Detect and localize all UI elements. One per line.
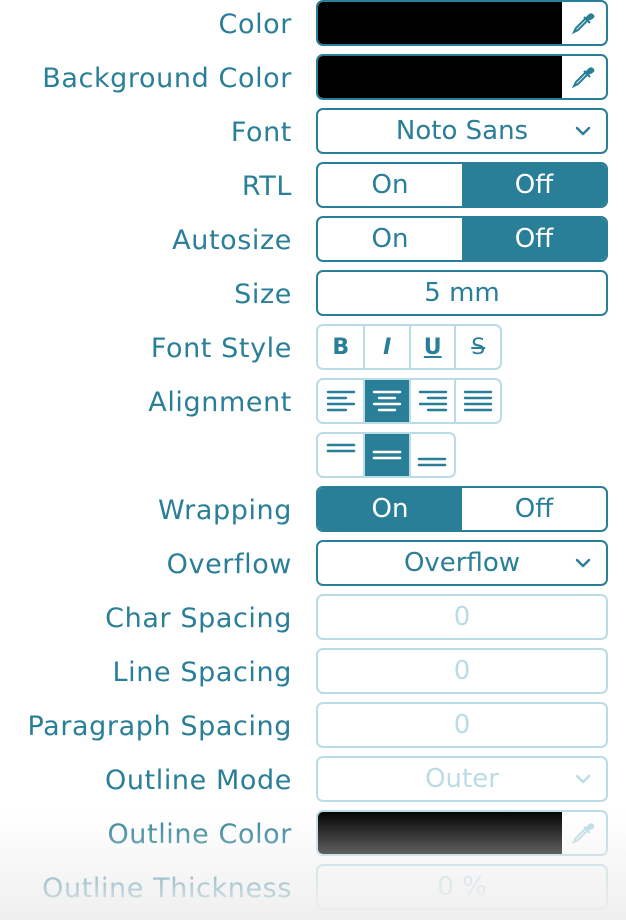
align-justify-icon <box>464 390 493 412</box>
font-label: Font <box>230 117 292 148</box>
color-row: Color <box>0 0 626 54</box>
line-spacing-input[interactable]: 0 <box>316 648 608 694</box>
outline-mode-select[interactable]: Outer <box>316 756 608 802</box>
wrapping-label: Wrapping <box>158 495 292 526</box>
char-spacing-label: Char Spacing <box>105 603 292 634</box>
autosize-toggle[interactable]: On Off <box>316 216 608 262</box>
wrapping-toggle[interactable]: On Off <box>316 486 608 532</box>
align-top-icon <box>326 443 355 453</box>
rtl-toggle[interactable]: On Off <box>316 162 608 208</box>
autosize-label: Autosize <box>172 225 292 256</box>
strikethrough-button[interactable]: S <box>454 326 500 368</box>
background-color-picker-field[interactable] <box>316 54 608 100</box>
chevron-down-icon <box>575 126 591 136</box>
paragraph-spacing-input[interactable]: 0 <box>316 702 608 748</box>
rtl-label: RTL <box>241 171 292 202</box>
char-spacing-row: Char Spacing 0 <box>0 594 626 648</box>
size-row: Size 5 mm <box>0 270 626 324</box>
align-middle-icon <box>372 450 402 460</box>
line-spacing-row: Line Spacing 0 <box>0 648 626 702</box>
chevron-down-icon <box>575 558 591 568</box>
color-label: Color <box>218 9 292 40</box>
outline-color-picker-field[interactable] <box>316 810 608 856</box>
align-justify-button[interactable] <box>454 380 500 422</box>
align-left-icon <box>326 390 355 412</box>
underline-button[interactable]: U <box>408 326 455 368</box>
outline-mode-label: Outline Mode <box>104 765 292 796</box>
background-color-label: Background Color <box>42 63 292 94</box>
background-color-swatch[interactable] <box>318 56 562 98</box>
align-right-icon <box>418 390 447 412</box>
color-picker-field[interactable] <box>316 0 608 46</box>
alignment-label: Alignment <box>148 387 292 418</box>
line-spacing-label: Line Spacing <box>112 657 292 688</box>
vertical-alignment-group <box>316 432 456 478</box>
overflow-select[interactable]: Overflow <box>316 540 608 586</box>
rtl-on-option[interactable]: On <box>318 164 462 206</box>
outline-color-swatch[interactable] <box>318 812 562 854</box>
chevron-down-icon <box>575 774 591 784</box>
outline-thickness-input[interactable]: 0 % <box>316 864 608 910</box>
rtl-off-option[interactable]: Off <box>462 164 606 206</box>
color-swatch[interactable] <box>318 2 562 44</box>
align-left-button[interactable] <box>318 380 363 422</box>
wrapping-off-option[interactable]: Off <box>462 488 606 530</box>
align-bottom-button[interactable] <box>408 434 454 476</box>
font-row: Font Noto Sans <box>0 108 626 162</box>
underline-icon: U <box>423 334 442 360</box>
wrapping-on-option[interactable]: On <box>318 488 462 530</box>
outline-thickness-row: Outline Thickness 0 % <box>0 864 626 918</box>
alignment-row: Alignment <box>0 378 626 432</box>
char-spacing-value: 0 <box>453 602 471 632</box>
overflow-select-value: Overflow <box>403 548 521 578</box>
paragraph-spacing-row: Paragraph Spacing 0 <box>0 702 626 756</box>
line-spacing-value: 0 <box>453 656 471 686</box>
italic-icon: I <box>383 334 392 360</box>
eyedropper-icon[interactable] <box>560 56 606 98</box>
bold-button[interactable]: B <box>318 326 363 368</box>
align-bottom-icon <box>418 457 447 467</box>
align-middle-button[interactable] <box>363 434 409 476</box>
outline-mode-row: Outline Mode Outer <box>0 756 626 810</box>
outline-thickness-label: Outline Thickness <box>42 873 292 904</box>
align-center-button[interactable] <box>363 380 409 422</box>
char-spacing-input[interactable]: 0 <box>316 594 608 640</box>
outline-color-row: Outline Color <box>0 810 626 864</box>
font-style-label: Font Style <box>150 333 292 364</box>
background-color-row: Background Color <box>0 54 626 108</box>
size-input[interactable]: 5 mm <box>316 270 608 316</box>
font-style-row: Font Style B I U S <box>0 324 626 378</box>
size-label: Size <box>234 279 292 310</box>
autosize-on-option[interactable]: On <box>318 218 462 260</box>
overflow-label: Overflow <box>166 549 292 580</box>
paragraph-spacing-label: Paragraph Spacing <box>27 711 292 742</box>
strikethrough-icon: S <box>471 334 486 360</box>
outline-color-label: Outline Color <box>107 819 292 850</box>
autosize-off-option[interactable]: Off <box>462 218 606 260</box>
outline-mode-select-value: Outer <box>425 764 499 794</box>
eyedropper-icon[interactable] <box>560 2 606 44</box>
align-right-button[interactable] <box>408 380 455 422</box>
rtl-row: RTL On Off <box>0 162 626 216</box>
paragraph-spacing-value: 0 <box>453 710 471 740</box>
horizontal-alignment-group <box>316 378 502 424</box>
overflow-row: Overflow Overflow <box>0 540 626 594</box>
align-center-icon <box>373 390 402 412</box>
bold-icon: B <box>332 334 350 360</box>
font-select-value: Noto Sans <box>395 116 529 146</box>
italic-button[interactable]: I <box>363 326 409 368</box>
align-top-button[interactable] <box>318 434 363 476</box>
font-style-group: B I U S <box>316 324 502 370</box>
eyedropper-icon[interactable] <box>560 812 606 854</box>
outline-thickness-value: 0 % <box>437 872 487 902</box>
vertical-alignment-row <box>0 432 626 486</box>
font-select[interactable]: Noto Sans <box>316 108 608 154</box>
wrapping-row: Wrapping On Off <box>0 486 626 540</box>
autosize-row: Autosize On Off <box>0 216 626 270</box>
size-value: 5 mm <box>424 278 500 308</box>
